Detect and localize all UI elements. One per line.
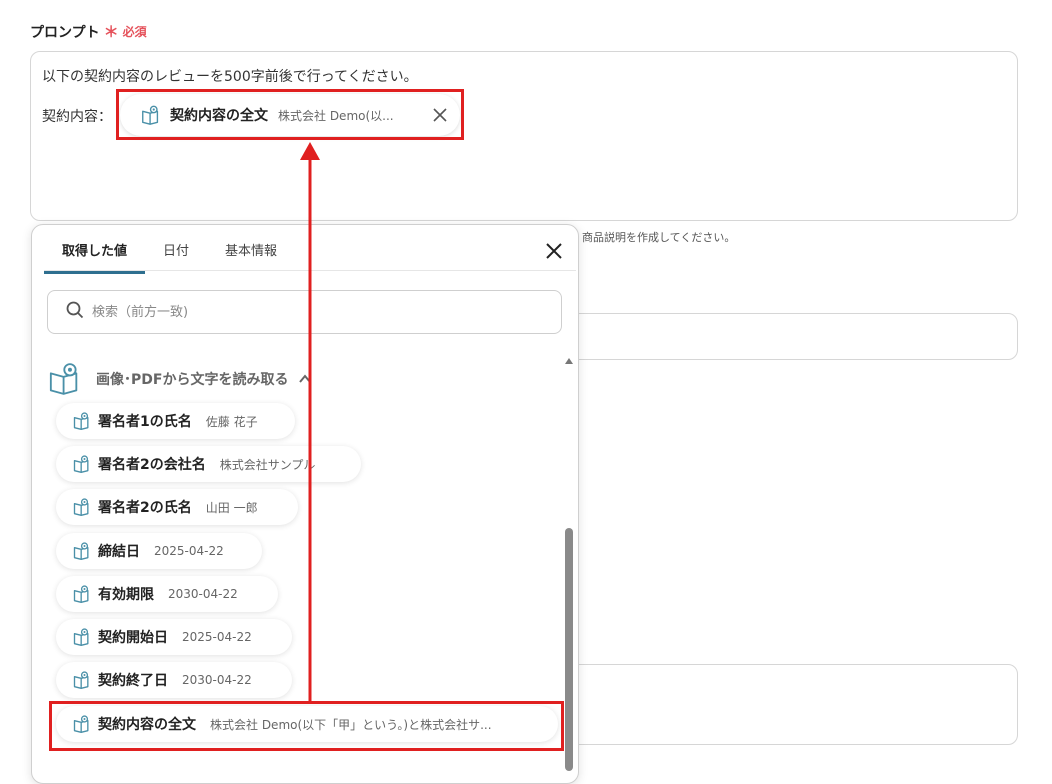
- book-eye-icon: [72, 454, 92, 474]
- list-item[interactable]: 有効期限 2030-04-22: [56, 576, 278, 612]
- field-label-text: プロンプト: [30, 24, 100, 41]
- group-title: 画像･PDFから文字を読み取る: [96, 372, 289, 388]
- highlight-box-chip: [116, 89, 464, 140]
- item-name: 契約終了日: [98, 673, 168, 689]
- prompt-line-2-label: 契約内容：: [42, 109, 112, 125]
- item-name: 署名者1の氏名: [98, 414, 192, 430]
- background-textarea[interactable]: [560, 664, 1018, 745]
- book-eye-icon: [72, 411, 92, 431]
- list-item[interactable]: 署名者1の氏名 佐藤 花子: [56, 403, 295, 439]
- book-eye-icon: [72, 497, 92, 517]
- field-label: プロンプト ＊ 必須: [30, 21, 147, 42]
- scroll-up-arrow-icon[interactable]: [564, 357, 574, 367]
- book-eye-icon: [72, 584, 92, 604]
- required-star: ＊: [103, 23, 119, 41]
- chevron-up-icon[interactable]: [298, 372, 312, 386]
- item-value: 佐藤 花子: [205, 414, 258, 429]
- required-text: 必須: [122, 25, 147, 39]
- item-name: 署名者2の会社名: [98, 457, 206, 473]
- item-value: 2030-04-22: [168, 587, 238, 601]
- item-name: 有効期限: [98, 587, 154, 603]
- item-value: 山田 一郎: [205, 500, 258, 515]
- tab-divider: [44, 270, 576, 271]
- prompt-line-1: 以下の契約内容のレビューを500字前後で行ってください。: [42, 69, 418, 85]
- highlight-box-item: [49, 701, 564, 751]
- search-input[interactable]: [90, 303, 494, 321]
- hint-text: 商品説明を作成してください。: [582, 231, 736, 244]
- tab-basic-info[interactable]: 基本情報: [207, 236, 295, 270]
- popup-tabs: 取得した値 日付 基本情報: [44, 236, 295, 274]
- book-eye-icon: [72, 627, 92, 647]
- search-icon: [66, 301, 84, 323]
- book-eye-icon: [72, 541, 92, 561]
- book-eye-icon: [48, 362, 82, 396]
- item-name: 署名者2の氏名: [98, 500, 192, 516]
- tab-date[interactable]: 日付: [145, 236, 207, 270]
- book-eye-icon: [72, 670, 92, 690]
- tab-acquired-values[interactable]: 取得した値: [44, 236, 146, 274]
- popup-close-button[interactable]: [541, 238, 567, 264]
- list-item[interactable]: 契約終了日 2030-04-22: [56, 662, 292, 698]
- list-item[interactable]: 署名者2の会社名 株式会社サンプル: [56, 446, 361, 482]
- group-header[interactable]: 画像･PDFから文字を読み取る: [48, 360, 312, 398]
- list-item[interactable]: 締結日 2025-04-22: [56, 533, 262, 569]
- background-input[interactable]: [560, 313, 1018, 360]
- list-item[interactable]: 契約開始日 2025-04-22: [56, 619, 292, 655]
- scrollbar-thumb[interactable]: [565, 528, 573, 771]
- item-value: 2025-04-22: [182, 630, 252, 644]
- item-name: 締結日: [98, 544, 140, 560]
- item-name: 契約開始日: [98, 630, 168, 646]
- item-value: 2025-04-22: [154, 544, 224, 558]
- item-value: 2030-04-22: [182, 673, 252, 687]
- item-value: 株式会社サンプル: [219, 457, 316, 472]
- list-item[interactable]: 署名者2の氏名 山田 一郎: [56, 489, 298, 525]
- search-box: [47, 290, 562, 334]
